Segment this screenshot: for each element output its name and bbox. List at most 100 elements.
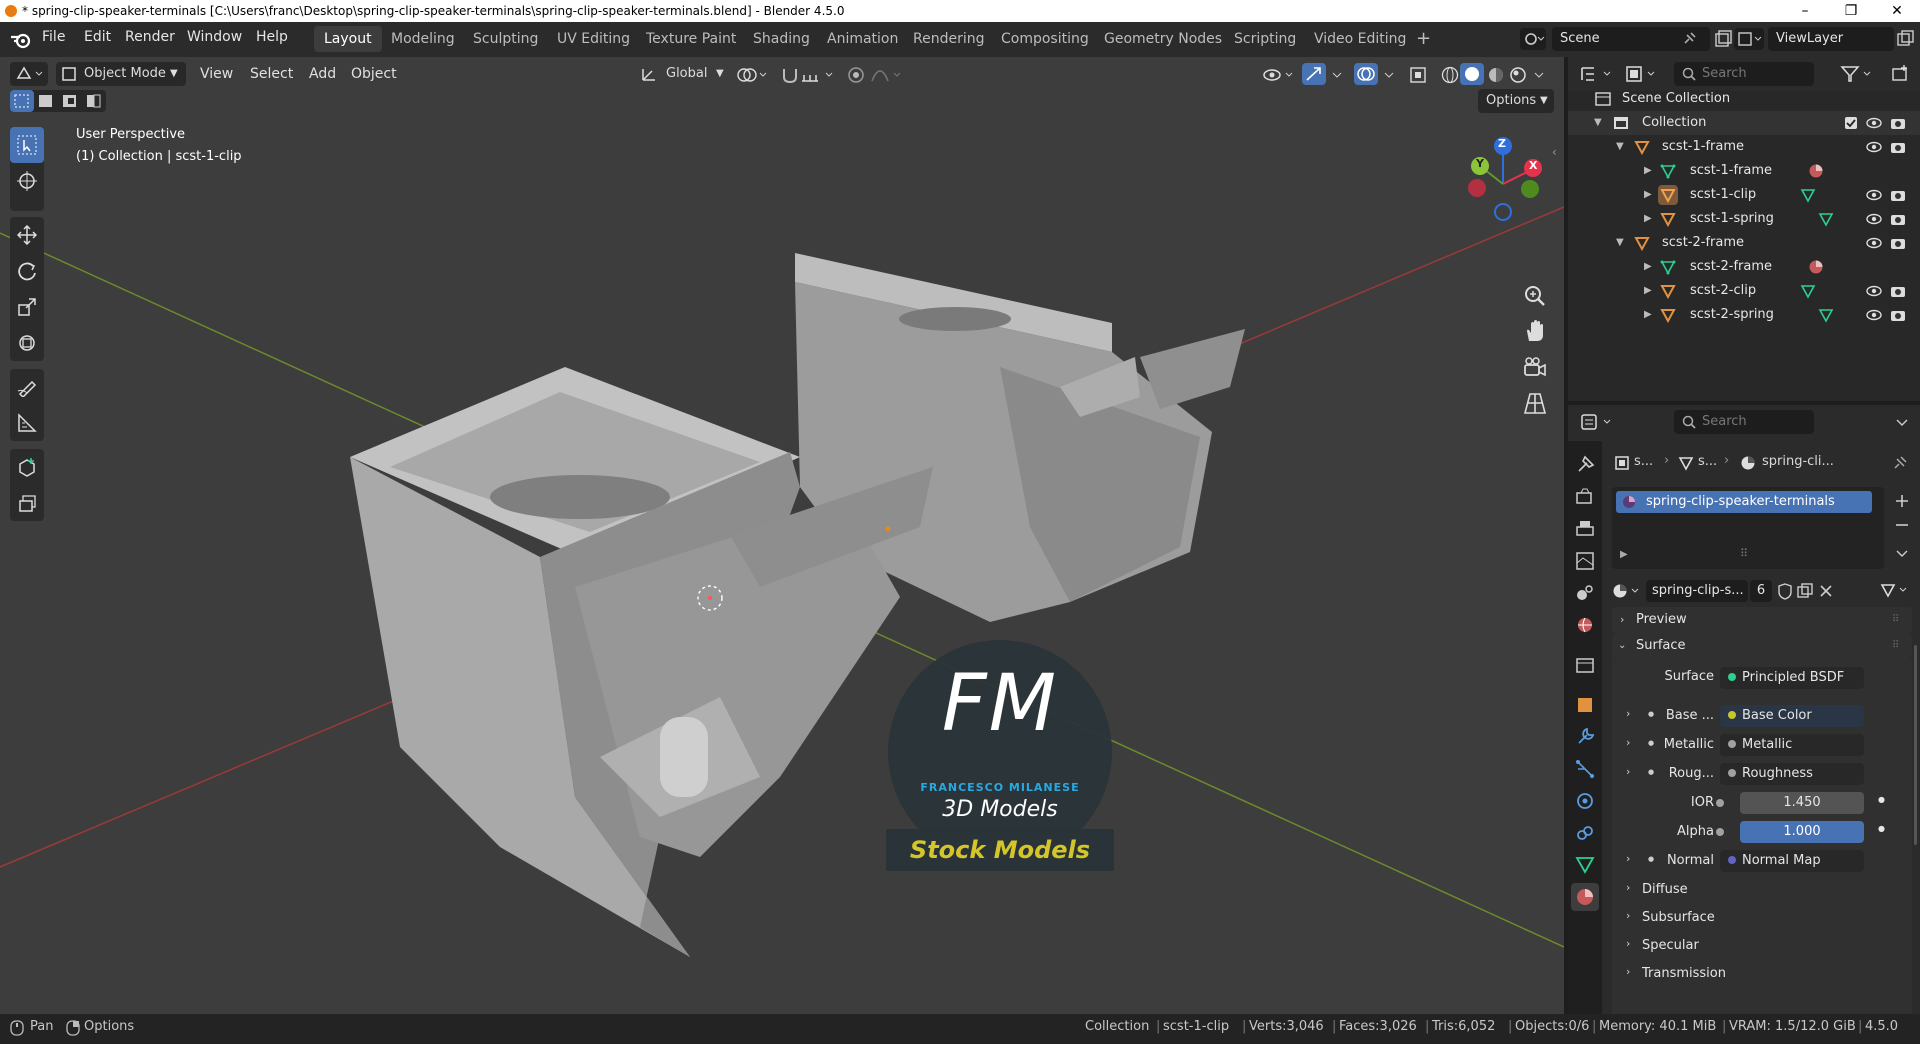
gizmo-toggle-icon[interactable] [1302, 63, 1326, 85]
transform-orientation-dropdown[interactable]: Global ▼ [636, 62, 728, 86]
tab-uv-editing[interactable]: UV Editing [547, 26, 640, 52]
constraints-tab-icon[interactable] [1573, 821, 1597, 845]
scene-tab-icon[interactable] [1573, 581, 1597, 605]
tab-animation[interactable]: Animation [817, 26, 908, 52]
hand-pan-icon[interactable] [1522, 319, 1548, 345]
overlays-toggle-icon[interactable] [1354, 63, 1378, 85]
camera-icon[interactable] [1890, 211, 1906, 227]
world-tab-icon[interactable] [1573, 613, 1597, 637]
editor-type-button[interactable] [10, 62, 48, 86]
pin-icon[interactable] [1892, 455, 1908, 471]
tool-tab-icon[interactable] [1573, 453, 1597, 477]
modifier-tab-icon[interactable] [1573, 725, 1597, 749]
falloff-icon[interactable] [870, 65, 904, 85]
expand-chevron-icon[interactable]: ▶ [1644, 279, 1652, 303]
expand-chevron-icon[interactable]: › [1626, 881, 1630, 894]
remove-slot-icon[interactable] [1892, 515, 1912, 535]
tab-shading[interactable]: Shading [743, 26, 820, 52]
properties-scrollbar[interactable] [1914, 645, 1917, 845]
rendered-shading-icon[interactable] [1508, 65, 1528, 85]
view-layer-field[interactable]: ViewLayer [1768, 27, 1894, 51]
tab-layout[interactable]: Layout [314, 26, 382, 52]
checkbox-icon[interactable] [1844, 116, 1858, 130]
surface-panel-header[interactable]: ⌄ Surface ⠿ [1612, 633, 1912, 659]
expand-chevron-icon[interactable]: ▶ [1644, 303, 1652, 327]
surface-shader-field[interactable]: Principled BSDF [1720, 667, 1864, 689]
camera-icon[interactable] [1890, 307, 1906, 323]
tab-rendering[interactable]: Rendering [903, 26, 995, 52]
preview-panel-header[interactable]: › Preview ⠿ [1612, 607, 1912, 633]
new-scene-icon[interactable] [1714, 30, 1732, 48]
new-view-layer-icon[interactable] [1896, 30, 1916, 48]
sidebar-toggle-icon[interactable]: ‹ [1552, 145, 1557, 159]
outliner-row-scst-2-clip[interactable]: ▶ scst-2-clip [1568, 279, 1920, 303]
tab-modeling[interactable]: Modeling [381, 26, 465, 52]
camera-icon[interactable] [1890, 139, 1906, 155]
collection-tab-icon[interactable] [1573, 653, 1597, 677]
expand-chevron-icon[interactable]: › [1626, 937, 1630, 950]
extrude-tool[interactable] [10, 485, 44, 521]
render-tab-icon[interactable] [1573, 485, 1597, 509]
material-slot-row[interactable]: spring-clip-speaker-terminals [1616, 491, 1872, 513]
chevron-down-icon[interactable] [1894, 414, 1910, 430]
eye-icon[interactable] [1866, 284, 1882, 298]
menu-window[interactable]: Window [187, 29, 242, 45]
scene-selector-icon[interactable] [1520, 28, 1546, 50]
add-cube-tool[interactable] [10, 449, 44, 485]
snap-icon[interactable] [780, 65, 802, 85]
eye-icon[interactable] [1866, 236, 1882, 250]
fake-user-icon[interactable] [1776, 582, 1794, 600]
outliner-row-scst-2-frame[interactable]: ▼ scst-2-frame [1568, 231, 1920, 255]
scale-tool[interactable] [10, 289, 44, 325]
diffuse-subpanel[interactable]: Diffuse [1642, 882, 1688, 897]
ior-field[interactable]: 1.450 [1740, 792, 1864, 814]
menu-render[interactable]: Render [125, 29, 175, 45]
close-window-button[interactable]: ✕ [1874, 0, 1920, 22]
roughness-field[interactable]: Roughness [1720, 763, 1864, 785]
minimize-button[interactable]: – [1782, 0, 1828, 22]
data-tab-icon[interactable] [1573, 853, 1597, 877]
duplicate-material-icon[interactable] [1796, 582, 1814, 600]
expand-chevron-icon[interactable]: ▶ [1644, 255, 1652, 279]
viewport-menu-add[interactable]: Add [309, 66, 336, 82]
keyframe-dot-icon[interactable]: ● [1878, 795, 1885, 804]
properties-search-field[interactable]: Search [1674, 410, 1814, 434]
drag-grip-icon[interactable]: ⠿ [1892, 633, 1899, 659]
expand-chevron-icon[interactable]: › [1626, 965, 1630, 978]
outliner-row-scst-1-spring[interactable]: ▶ scst-1-spring [1568, 207, 1920, 231]
expand-chevron-icon[interactable]: ▶ [1620, 549, 1628, 560]
viewport-scene[interactable] [0, 57, 1564, 1014]
pivot-point-icon[interactable] [736, 65, 772, 85]
options-dropdown[interactable]: Options ▼ [1478, 89, 1554, 113]
tab-texture-paint[interactable]: Texture Paint [636, 26, 746, 52]
expand-chevron-icon[interactable]: ▶ [1644, 183, 1652, 207]
visibility-icon[interactable] [1262, 65, 1298, 85]
viewport-menu-select[interactable]: Select [250, 66, 293, 82]
chevron-down-icon[interactable] [1532, 65, 1548, 85]
outliner-editor-icon[interactable] [1580, 64, 1618, 84]
menu-edit[interactable]: Edit [84, 29, 111, 45]
base-color-field[interactable]: Base Color [1720, 705, 1864, 727]
pin-icon[interactable] [1682, 32, 1696, 46]
select-subtract-icon[interactable] [58, 90, 82, 112]
add-slot-icon[interactable] [1892, 491, 1912, 511]
add-workspace-button[interactable]: + [1406, 26, 1441, 52]
physics-tab-icon[interactable] [1573, 789, 1597, 813]
outliner-row-collection[interactable]: ▼ Collection [1568, 111, 1920, 135]
outliner-row-scene-collection[interactable]: Scene Collection [1568, 87, 1920, 111]
normal-field[interactable]: Normal Map [1720, 850, 1864, 872]
transform-tool[interactable] [10, 325, 44, 361]
outliner-row-scst-1-clip[interactable]: ▶ scst-1-clip [1568, 183, 1920, 207]
new-collection-icon[interactable] [1890, 64, 1912, 84]
expand-chevron-icon[interactable]: ▼ [1594, 111, 1602, 135]
select-box-tool[interactable] [10, 127, 44, 163]
display-mode-icon[interactable] [1624, 64, 1662, 84]
object-tab-icon[interactable] [1573, 693, 1597, 717]
subsurface-subpanel[interactable]: Subsurface [1642, 910, 1715, 925]
viewport-menu-object[interactable]: Object [351, 66, 397, 82]
camera-icon[interactable] [1890, 115, 1906, 131]
solid-shading-icon[interactable] [1460, 63, 1484, 85]
camera-icon[interactable] [1890, 235, 1906, 251]
tab-sculpting[interactable]: Sculpting [463, 26, 548, 52]
output-tab-icon[interactable] [1573, 517, 1597, 541]
